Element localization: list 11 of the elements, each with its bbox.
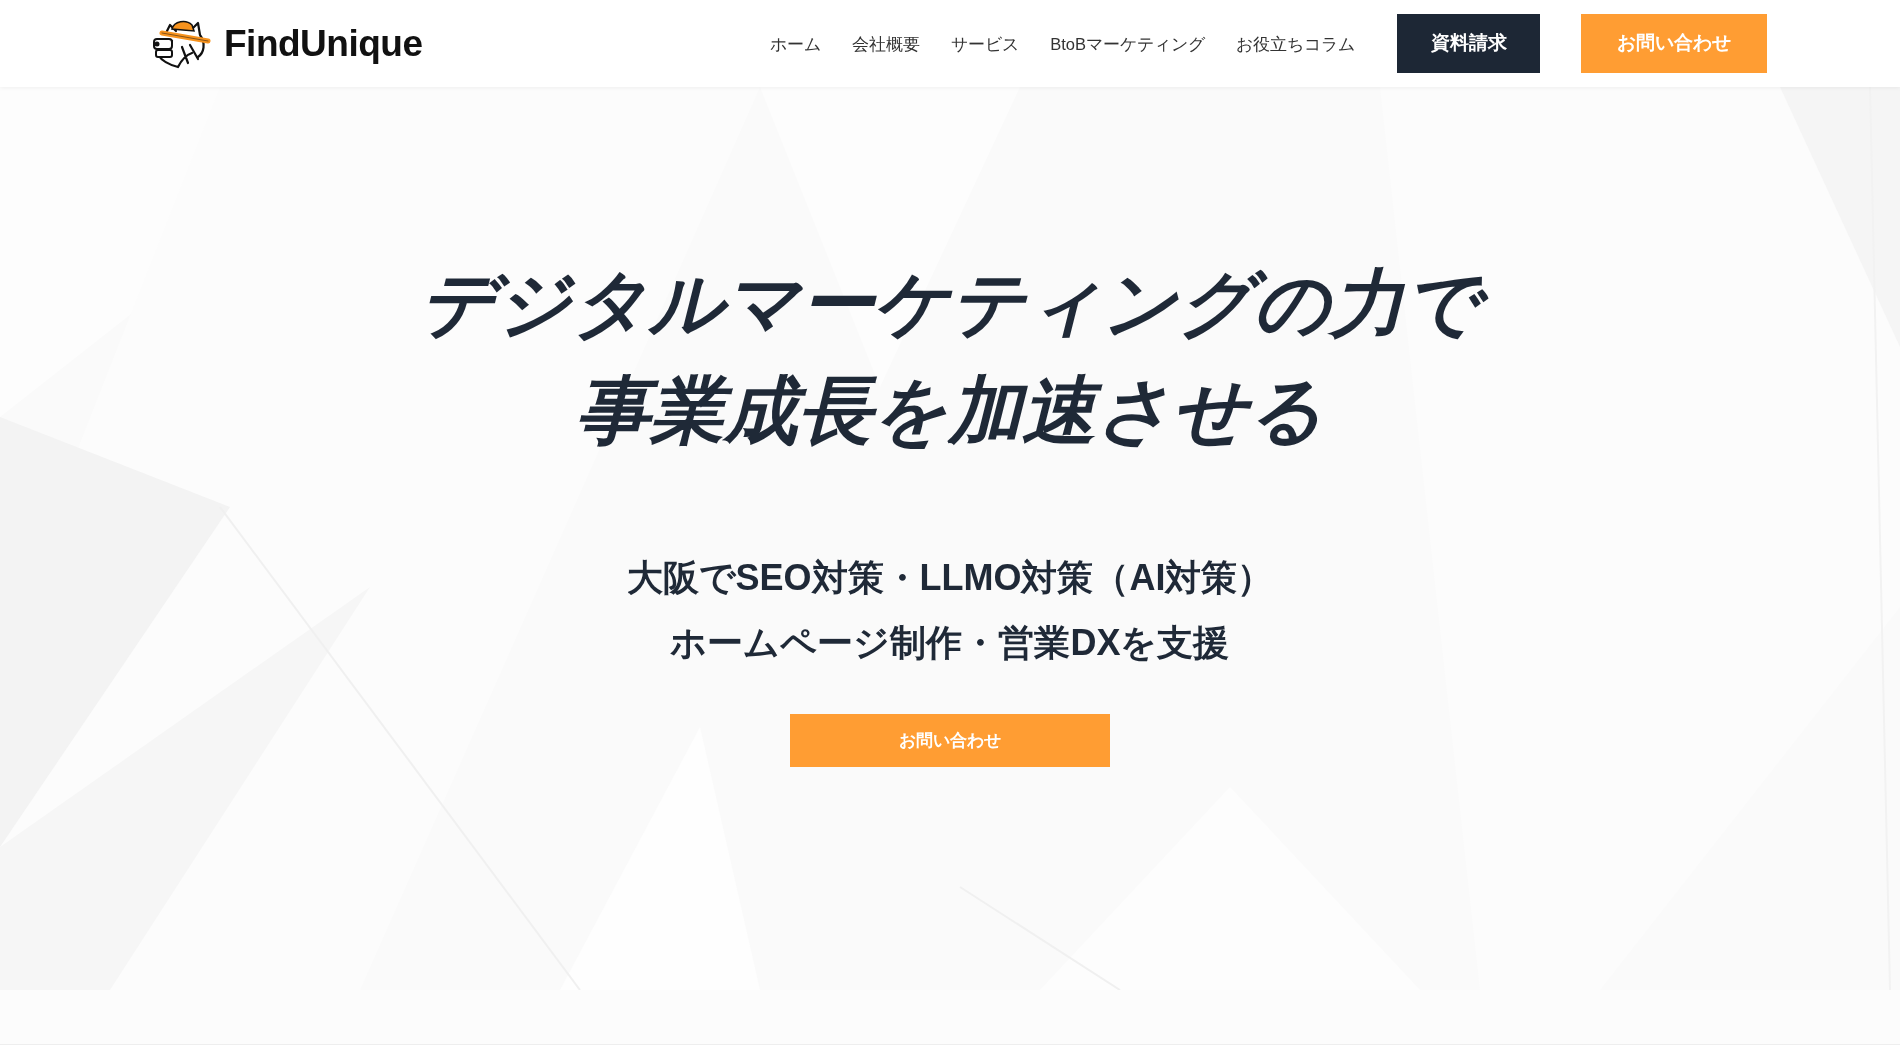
nav-link[interactable]: ホーム xyxy=(770,31,822,56)
hero-subheadline: 大阪でSEO対策・LLMO対策（AI対策） xyxy=(626,556,1274,600)
nav-link[interactable]: サービス xyxy=(951,31,1020,56)
hero-headline: デジタルマーケティングの力で xyxy=(402,250,1498,357)
nav-link[interactable]: 会社概要 xyxy=(852,31,921,56)
hero-subheadline: ホームページ制作・営業DXを支援 xyxy=(670,621,1230,665)
nav-link[interactable]: BtoBマーケティング xyxy=(1050,31,1205,56)
logo-wordmark[interactable]: FindUnique xyxy=(224,25,423,62)
hero-headline: 事業成長を加速させる xyxy=(575,368,1325,454)
nav-link[interactable]: お役立ちコラム xyxy=(1236,31,1355,56)
document-request-button[interactable]: 資料請求 xyxy=(1397,14,1540,73)
